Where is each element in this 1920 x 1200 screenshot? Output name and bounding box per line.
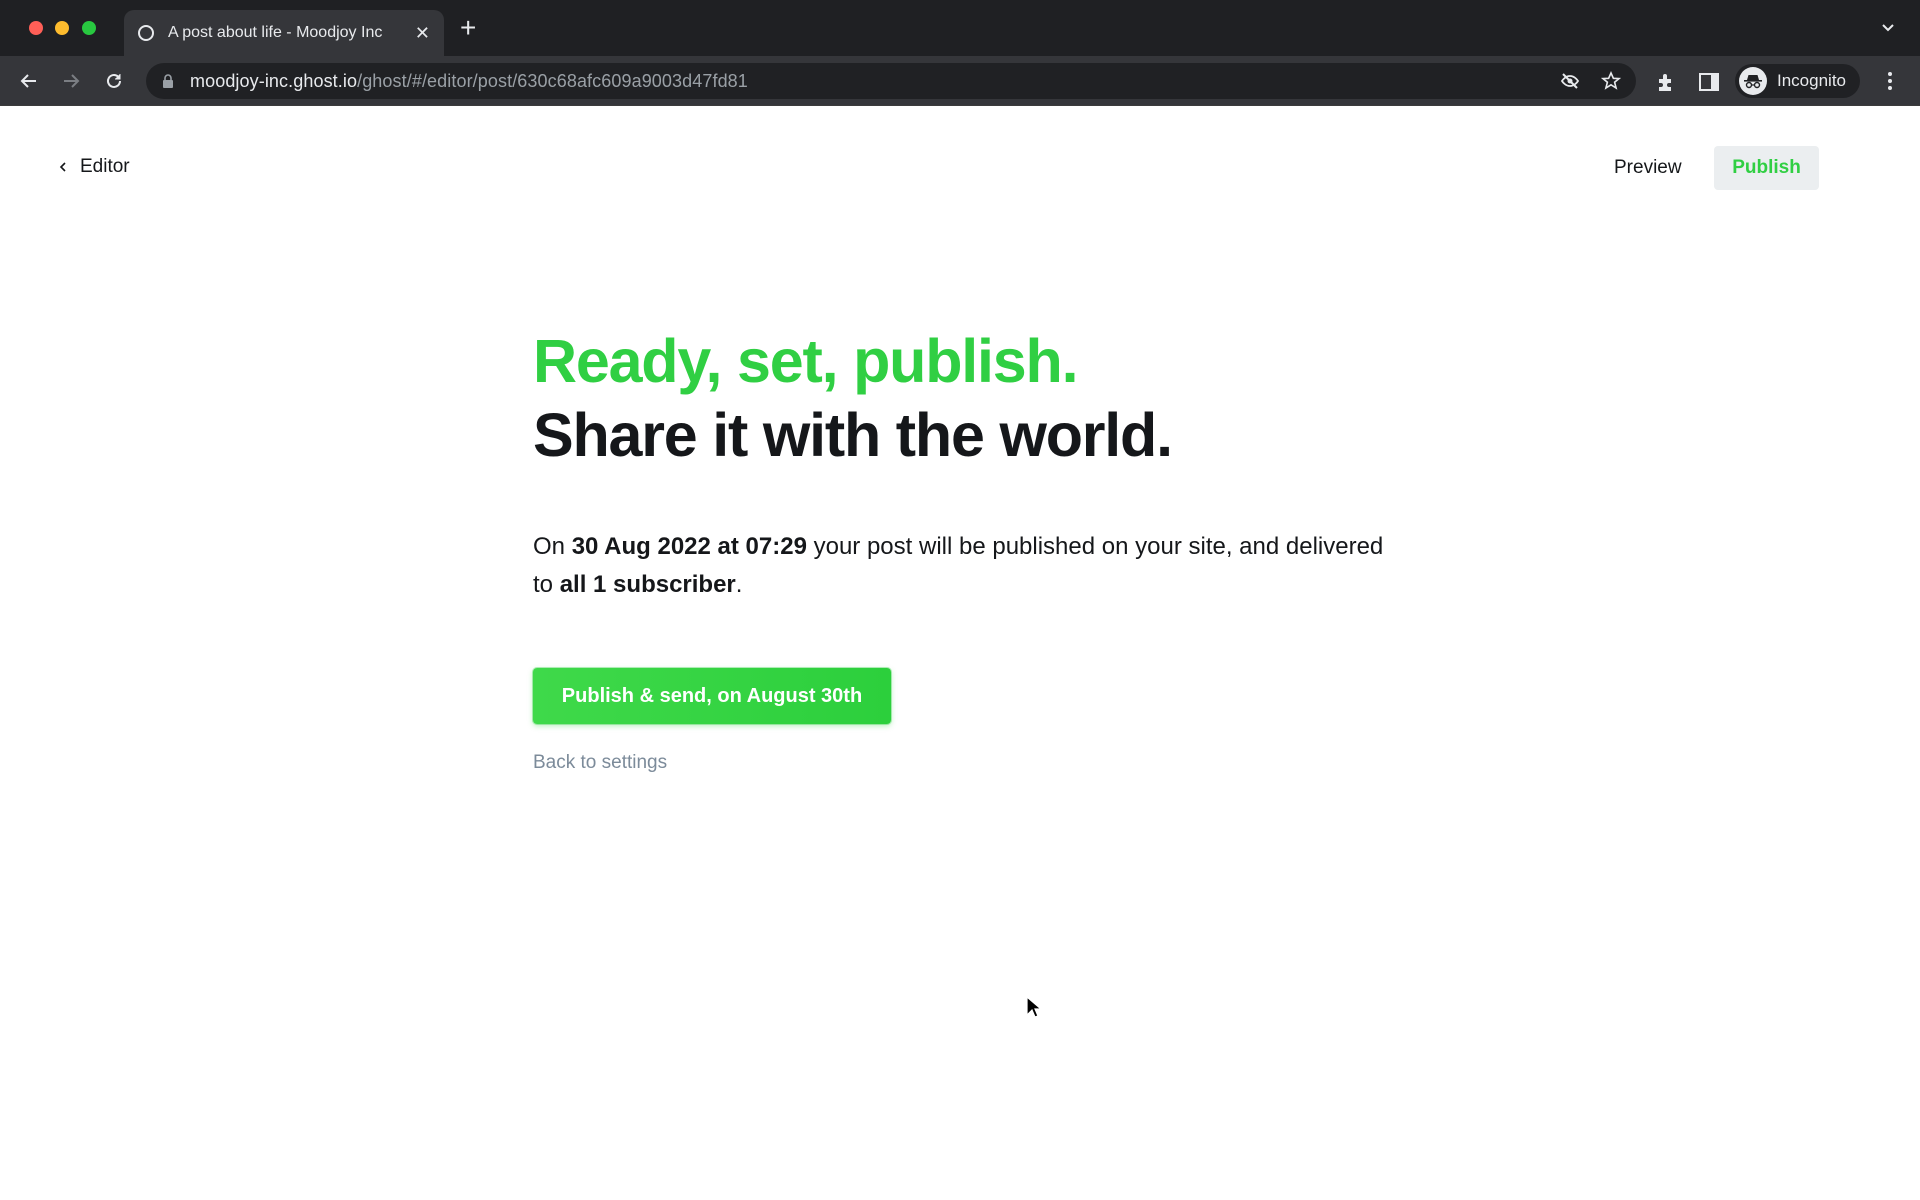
profile-label: Incognito bbox=[1777, 71, 1846, 90]
url-text[interactable]: moodjoy-inc.ghost.io/ghost/#/editor/post… bbox=[190, 71, 748, 92]
reload-icon bbox=[107, 73, 121, 88]
browser-titlebar: A post about life - Moodjoy Inc ✕ + bbox=[0, 0, 1920, 56]
lock-icon bbox=[163, 74, 173, 88]
more-icon[interactable] bbox=[1884, 70, 1896, 92]
headline-primary: Ready, set, publish. bbox=[533, 327, 1079, 395]
browser-tab[interactable]: A post about life - Moodjoy Inc ✕ bbox=[124, 10, 444, 56]
incognito-icon bbox=[1739, 67, 1767, 95]
extensions-icon[interactable] bbox=[1655, 71, 1677, 93]
new-tab-button[interactable]: + bbox=[460, 14, 476, 42]
summary-suffix: . bbox=[735, 571, 743, 598]
back-button[interactable] bbox=[16, 68, 42, 94]
summary-prefix: On bbox=[533, 533, 572, 560]
publish-button[interactable]: Publish bbox=[1714, 146, 1819, 190]
chevron-down-icon[interactable] bbox=[1880, 20, 1896, 36]
eye-off-icon[interactable] bbox=[1560, 71, 1580, 91]
publish-confirmation: Ready, set, publish. Share it with the w… bbox=[533, 324, 1393, 774]
publish-audience: all 1 subscriber bbox=[559, 571, 736, 598]
mouse-cursor-icon bbox=[1026, 996, 1042, 1018]
star-icon[interactable] bbox=[1601, 71, 1621, 91]
address-bar[interactable]: moodjoy-inc.ghost.io/ghost/#/editor/post… bbox=[146, 63, 1636, 99]
minimize-window-button[interactable] bbox=[55, 21, 69, 35]
maximize-window-button[interactable] bbox=[82, 21, 96, 35]
circle-icon bbox=[138, 25, 154, 41]
back-to-settings-link[interactable]: Back to settings bbox=[533, 752, 667, 774]
profile-button[interactable]: Incognito bbox=[1735, 64, 1860, 98]
browser-toolbar: moodjoy-inc.ghost.io/ghost/#/editor/post… bbox=[0, 56, 1920, 106]
publish-flow-page: Editor Preview Publish Ready, set, publi… bbox=[0, 106, 1920, 1200]
back-to-editor-link[interactable]: Editor bbox=[58, 156, 130, 178]
back-to-editor-label: Editor bbox=[80, 156, 130, 177]
side-panel-icon[interactable] bbox=[1698, 71, 1720, 93]
forward-button[interactable] bbox=[58, 68, 84, 94]
headline-secondary: Share it with the world. bbox=[533, 401, 1173, 469]
close-icon[interactable]: ✕ bbox=[415, 23, 430, 44]
reload-button[interactable] bbox=[101, 68, 127, 94]
preview-button[interactable]: Preview bbox=[1600, 146, 1696, 190]
publish-datetime: 30 Aug 2022 at 07:29 bbox=[571, 533, 807, 560]
publish-summary: On 30 Aug 2022 at 07:29 your post will b… bbox=[533, 528, 1393, 604]
publish-and-send-button[interactable]: Publish & send, on August 30th bbox=[533, 668, 891, 724]
chevron-left-icon bbox=[59, 162, 66, 172]
back-icon bbox=[20, 74, 36, 88]
close-window-button[interactable] bbox=[29, 21, 43, 35]
tab-title: A post about life - Moodjoy Inc bbox=[168, 24, 383, 41]
forward-icon bbox=[64, 74, 80, 88]
